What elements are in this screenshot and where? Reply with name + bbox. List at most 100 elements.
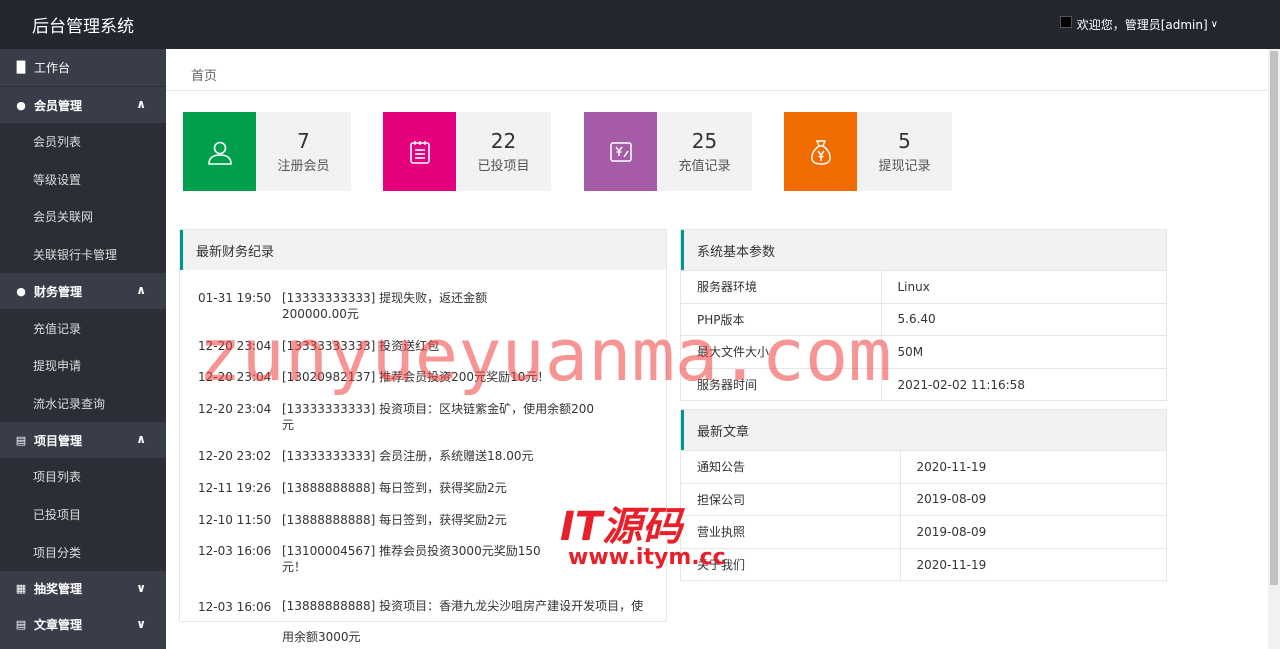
- dashboard-icon: █: [16, 61, 26, 74]
- log-time: 12-10 11:50: [198, 512, 272, 527]
- article-date: 2019-08-09: [900, 515, 1166, 548]
- stat-label: 提现记录: [878, 159, 931, 174]
- table-row: PHP版本 5.6.40: [681, 302, 1166, 336]
- list-item: 01-31 19:50 [13333333333] 提现失败，返还金额20000…: [198, 290, 666, 322]
- stat-card-members[interactable]: 7 注册会员: [183, 112, 351, 191]
- sidebar-item-bank-cards[interactable]: 关联银行卡管理: [0, 236, 166, 274]
- sidebar-item-project-list[interactable]: 项目列表: [0, 458, 166, 496]
- param-value: 5.6.40: [881, 302, 1166, 336]
- table-row: 服务器时间 2021-02-02 11:16:58: [681, 367, 1166, 401]
- log-message: [13888888888] 投资项目：香港九龙尖沙咀房产建设开发项目，使用余额3…: [282, 598, 644, 644]
- articles-table: 通知公告 2020-11-19 担保公司 2019-08-09 营业执照 201…: [681, 450, 1166, 581]
- table-row[interactable]: 关于我们 2020-11-19: [681, 547, 1166, 581]
- log-message: [13020982137] 推荐会员投资200元奖励10元！: [282, 370, 550, 385]
- list-item: 12-20 23:04 [13333333333] 投资送红包: [198, 338, 666, 354]
- table-row: 最大文件大小 50M: [681, 335, 1166, 368]
- sidebar-group-header[interactable]: ▤ 文章管理 ∨: [0, 607, 166, 643]
- stat-value: 22: [490, 129, 517, 153]
- log-message: [13333333333] 会员注册，系统赠送18.00元: [282, 449, 534, 464]
- log-time: 12-20 23:04: [198, 401, 272, 416]
- log-message: [13333333333] 提现失败，返还金额200000.00元: [282, 291, 488, 321]
- top-bar: 后台管理系统 欢迎您，管理员[admin] ∨: [0, 0, 1280, 49]
- sidebar-item-workbench[interactable]: █ 工作台: [0, 49, 166, 87]
- param-key: PHP版本: [681, 302, 882, 336]
- log-time: 12-03 16:06: [198, 599, 272, 614]
- scrollbar-thumb[interactable]: [1270, 51, 1278, 585]
- chevron-down-icon: ∨: [1210, 19, 1218, 30]
- user-greeting: 欢迎您，管理员[admin]: [1076, 18, 1208, 32]
- sidebar-group-header[interactable]: ▤ 项目管理 ∧: [0, 422, 166, 458]
- table-row[interactable]: 通知公告 2020-11-19: [681, 450, 1166, 483]
- list-item: 12-10 11:50 [13888888888] 每日签到，获得奖励2元: [198, 512, 666, 528]
- sidebar-group-label: 抽奖管理: [34, 582, 83, 597]
- sidebar: █ 工作台 ● 会员管理 ∧ 会员列表 等级设置 会员关联网 关联银行卡管理 ●…: [0, 49, 166, 649]
- table-row[interactable]: 担保公司 2019-08-09: [681, 482, 1166, 516]
- sidebar-item-member-list[interactable]: 会员列表: [0, 123, 166, 161]
- sidebar-item-level-settings[interactable]: 等级设置: [0, 161, 166, 199]
- sidebar-group-label: 会员管理: [34, 98, 83, 113]
- log-message: [13888888888] 每日签到，获得奖励2元: [282, 512, 507, 527]
- sidebar-item-recharge[interactable]: 充值记录: [0, 309, 166, 347]
- table-row: 服务器环境 Linux: [681, 270, 1166, 303]
- breadcrumb-home[interactable]: 首页: [191, 65, 217, 84]
- log-time: 01-31 19:50: [198, 291, 272, 305]
- chevron-down-icon: ∨: [136, 616, 146, 631]
- article-title[interactable]: 担保公司: [681, 482, 901, 516]
- sidebar-group-label: 财务管理: [34, 284, 83, 299]
- system-params-panel: 系统基本参数 服务器环境 Linux PHP版本 5.6.40 最大文件大小 5…: [680, 229, 1167, 401]
- notepad-icon: [383, 112, 456, 191]
- sidebar-item-label: 工作台: [34, 61, 71, 75]
- sidebar-item-project-categories[interactable]: 项目分类: [0, 533, 166, 571]
- recharge-icon: [584, 112, 657, 191]
- finance-panel-title: 最新财务纪录: [180, 230, 666, 270]
- stat-value: 7: [297, 129, 310, 153]
- sidebar-item-invested-projects[interactable]: 已投项目: [0, 496, 166, 534]
- sidebar-group-header[interactable]: ● 会员管理 ∧: [0, 87, 166, 123]
- sidebar-item-member-network[interactable]: 会员关联网: [0, 198, 166, 236]
- member-icon: ●: [16, 98, 26, 112]
- param-key: 服务器环境: [681, 270, 882, 303]
- param-key: 最大文件大小: [681, 335, 882, 368]
- sidebar-group-articles: ▤ 文章管理 ∨: [0, 607, 166, 643]
- list-item: 12-11 19:26 [13888888888] 每日签到，获得奖励2元: [198, 480, 666, 496]
- article-date: 2019-08-09: [900, 482, 1166, 516]
- scrollbar[interactable]: [1268, 49, 1280, 649]
- breadcrumb: 首页: [166, 49, 1268, 91]
- stat-card-recharge[interactable]: 25 充值记录: [584, 112, 752, 191]
- table-row[interactable]: 营业执照 2019-08-09: [681, 515, 1166, 548]
- stat-card-invested[interactable]: 22 已投项目: [383, 112, 551, 191]
- sidebar-group-header[interactable]: ● 财务管理 ∧: [0, 273, 166, 309]
- stat-label: 充值记录: [678, 159, 731, 174]
- stat-label: 已投项目: [477, 159, 530, 174]
- article-date: 2020-11-19: [900, 547, 1166, 581]
- sidebar-group-label: 项目管理: [34, 433, 83, 448]
- sidebar-group-header[interactable]: ▦ 抽奖管理 ∨: [0, 571, 166, 607]
- finance-panel: 最新财务纪录 01-31 19:50 [13333333333] 提现失败，返还…: [179, 229, 667, 644]
- finance-log-list: 01-31 19:50 [13333333333] 提现失败，返还金额20000…: [180, 270, 666, 649]
- stat-label: 注册会员: [277, 159, 330, 174]
- list-item: 12-20 23:02 [13333333333] 会员注册，系统赠送18.00…: [198, 448, 666, 464]
- article-title[interactable]: 通知公告: [681, 450, 901, 483]
- chevron-up-icon: ∧: [136, 283, 146, 298]
- grid-icon: ▦: [15, 582, 27, 596]
- list-item: 12-03 16:06 [13100004567] 推荐会员投资3000元奖励1…: [198, 543, 666, 575]
- user-icon: [183, 112, 256, 191]
- sidebar-item-transactions[interactable]: 流水记录查询: [0, 385, 166, 423]
- sidebar-group-members: ● 会员管理 ∧ 会员列表 等级设置 会员关联网 关联银行卡管理: [0, 87, 166, 274]
- stat-card-withdraw[interactable]: 5 提现记录: [784, 112, 952, 191]
- money-bag-icon: [784, 112, 857, 191]
- log-time: 12-20 23:04: [198, 370, 272, 385]
- user-menu[interactable]: 欢迎您，管理员[admin] ∨: [1059, 15, 1218, 33]
- log-time: 12-11 19:26: [198, 480, 272, 495]
- article-title[interactable]: 关于我们: [681, 547, 901, 581]
- article-title[interactable]: 营业执照: [681, 515, 901, 548]
- article-date: 2020-11-19: [900, 450, 1166, 483]
- sidebar-item-withdraw[interactable]: 提现申请: [0, 347, 166, 385]
- log-message: [13100004567] 推荐会员投资3000元奖励150元！: [282, 544, 541, 575]
- articles-panel: 最新文章 通知公告 2020-11-19 担保公司 2019-08-09 营业执…: [680, 409, 1167, 581]
- stat-value: 5: [898, 129, 911, 153]
- chevron-up-icon: ∧: [136, 432, 146, 447]
- sidebar-group-finance: ● 财务管理 ∧ 充值记录 提现申请 流水记录查询: [0, 273, 166, 423]
- sidebar-group-lottery: ▦ 抽奖管理 ∨: [0, 571, 166, 607]
- list-item: 12-20 23:04 [13333333333] 投资项目：区块链紫金矿，使用…: [198, 401, 666, 433]
